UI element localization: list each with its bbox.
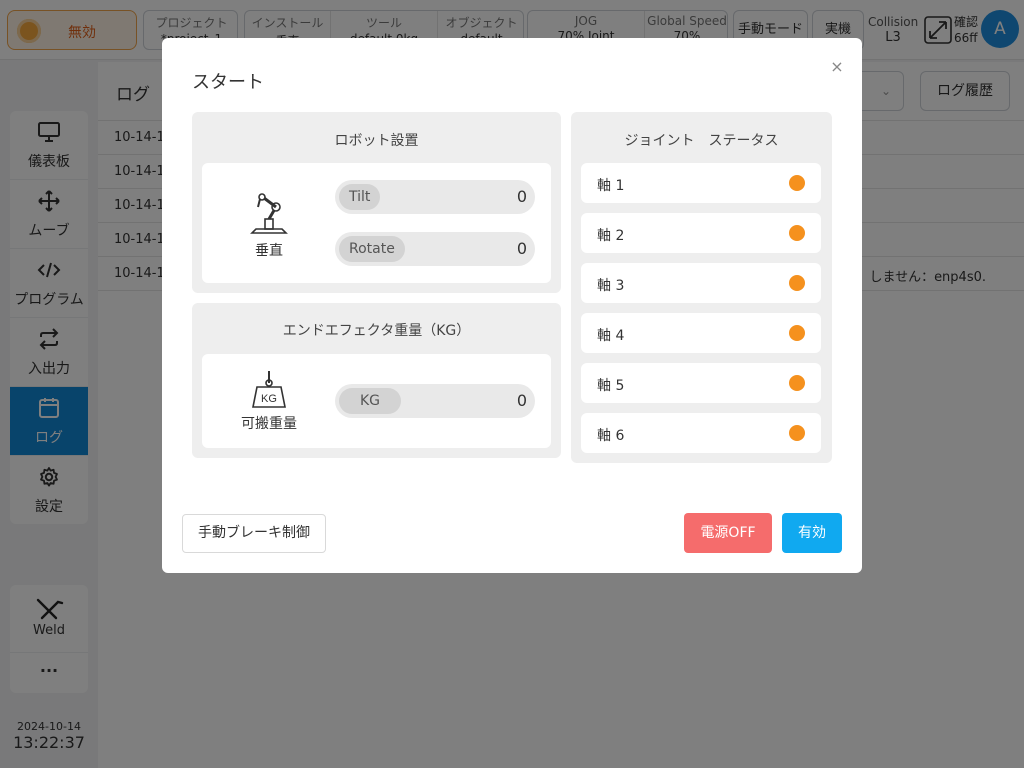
status-dot-icon [789, 375, 805, 391]
axis-label: 軸 1 [597, 178, 625, 194]
rotate-label: Rotate [339, 236, 405, 262]
enable-button[interactable]: 有効 [782, 513, 842, 553]
robot-setup-header: ロボット設置 [334, 133, 419, 149]
axis-label: 軸 5 [597, 378, 625, 394]
axis-label: 軸 2 [597, 228, 625, 244]
axis-label: 軸 3 [597, 278, 625, 294]
joint-status-panel: ジョイント ステータス 軸 1 軸 2 軸 3 軸 4 軸 5 軸 6 [571, 112, 832, 463]
manual-brake-button[interactable]: 手動ブレーキ制御 [182, 514, 326, 553]
status-dot-icon [789, 425, 805, 441]
end-effector-card: KG 可搬重量 KG 0 [202, 354, 551, 448]
tilt-label: Tilt [339, 184, 381, 210]
power-off-button[interactable]: 電源OFF [684, 513, 772, 553]
joint-axis-5: 軸 5 [581, 363, 821, 403]
rotate-value: 0 [516, 239, 527, 258]
weight-icon: KG [252, 371, 286, 408]
status-dot-icon [789, 325, 805, 341]
joint-axis-3: 軸 3 [581, 263, 821, 303]
rotate-field[interactable]: Rotate 0 [335, 232, 535, 266]
axis-label: 軸 6 [597, 428, 625, 444]
close-icon[interactable]: × [828, 58, 846, 76]
robot-setup-card: 垂直 Tilt 0 Rotate 0 [202, 163, 551, 283]
status-dot-icon [789, 225, 805, 241]
tilt-field[interactable]: Tilt 0 [335, 180, 535, 214]
end-effector-header: エンドエフェクタ重量（KG） [282, 323, 471, 339]
robot-setup-panel: ロボット設置 垂直 Tilt 0 Rotate 0 [192, 112, 561, 293]
payload-label: 可搬重量 [241, 416, 297, 432]
joint-status-header: ジョイント ステータス [624, 133, 779, 149]
robot-arm-icon [250, 193, 288, 234]
weight-tag: KG [261, 393, 277, 405]
joint-axis-6: 軸 6 [581, 413, 821, 453]
axis-label: 軸 4 [597, 328, 625, 344]
start-dialog: スタート × ロボット設置 垂直 Tilt 0 Rotate 0 エンドエフェク… [162, 38, 862, 573]
kg-value: 0 [516, 391, 527, 410]
tilt-value: 0 [516, 187, 527, 206]
status-dot-icon [789, 175, 805, 191]
joint-axis-2: 軸 2 [581, 213, 821, 253]
joint-axis-4: 軸 4 [581, 313, 821, 353]
dialog-title: スタート [192, 72, 264, 93]
kg-label: KG [339, 388, 402, 414]
end-effector-panel: エンドエフェクタ重量（KG） KG 可搬重量 KG 0 [192, 303, 561, 458]
mount-label: 垂直 [255, 243, 283, 259]
status-dot-icon [789, 275, 805, 291]
joint-axis-1: 軸 1 [581, 163, 821, 203]
kg-field[interactable]: KG 0 [335, 384, 535, 418]
